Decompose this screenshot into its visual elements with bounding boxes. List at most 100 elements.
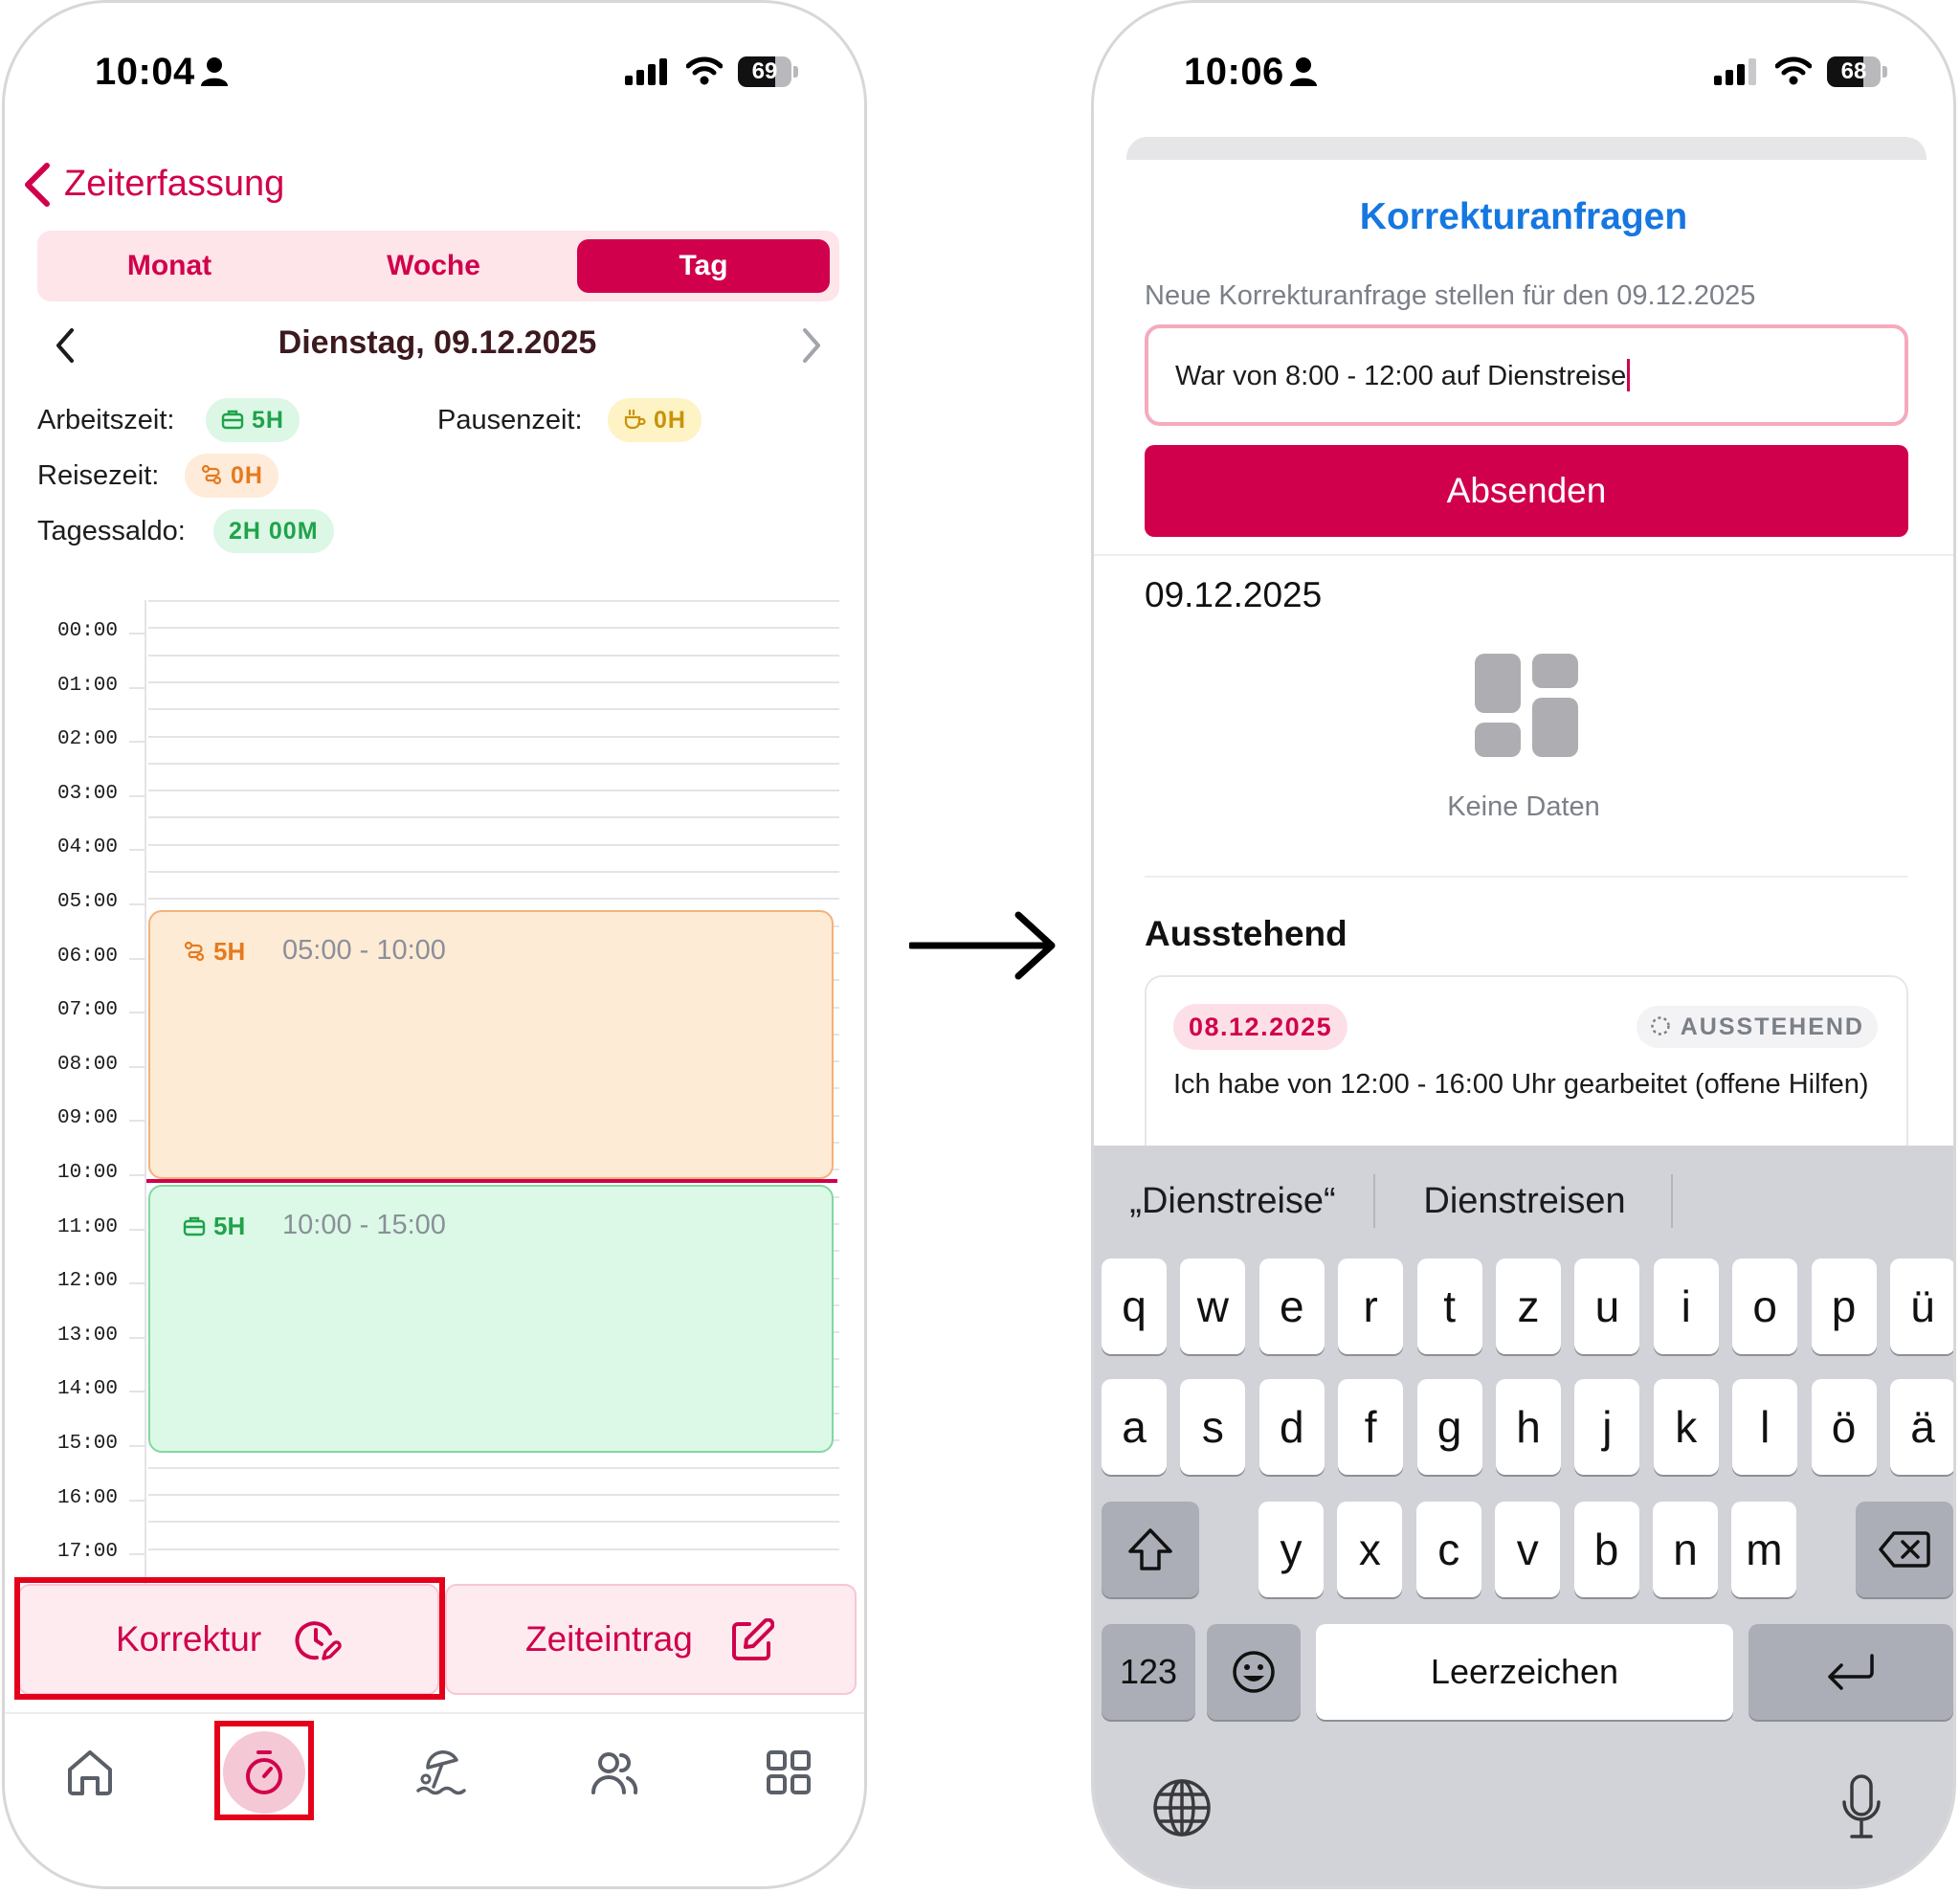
key-row2-3[interactable]: f <box>1338 1379 1404 1475</box>
travel-time-badge: 0H <box>185 454 278 498</box>
calendar-hour-label: 04:00 <box>56 836 118 859</box>
key-row1-4[interactable]: t <box>1416 1258 1482 1354</box>
sheet-title: Korrekturanfragen <box>1359 196 1688 237</box>
submit-button[interactable]: Absenden <box>1145 445 1908 537</box>
calendar-hour-label: 14:00 <box>56 1378 118 1401</box>
calendar-grid-line <box>148 680 839 683</box>
key-row2-8[interactable]: l <box>1732 1379 1798 1475</box>
key-row1-5[interactable]: z <box>1496 1258 1561 1354</box>
tab-woche[interactable]: Woche <box>301 231 566 301</box>
emoji-key[interactable] <box>1207 1624 1301 1720</box>
key-row1-8[interactable]: o <box>1732 1258 1798 1354</box>
battery-indicator: 69 <box>738 56 799 87</box>
person-icon <box>201 57 228 86</box>
calendar-hour-label: 05:00 <box>56 891 118 913</box>
calendar-hour-label: 11:00 <box>56 1215 118 1238</box>
beach-umbrella-icon[interactable] <box>414 1747 466 1798</box>
grid-icon[interactable] <box>763 1747 814 1798</box>
timer-tab-highlight-box <box>214 1721 314 1820</box>
day-calendar[interactable]: 00:00 01:00 02:00 03:00 04:00 05:00 06:00 07:00… <box>37 600 839 1586</box>
key-row3-2[interactable]: c <box>1415 1502 1481 1597</box>
key-row2-2[interactable]: d <box>1258 1379 1325 1475</box>
calendar-grid-line <box>148 708 839 711</box>
tab-tag[interactable]: Tag <box>577 239 830 293</box>
key-row1-3[interactable]: r <box>1338 1258 1404 1354</box>
microphone-icon[interactable] <box>1840 1773 1882 1842</box>
next-day-icon[interactable] <box>799 326 824 365</box>
empty-state-text: Keine Daten <box>1447 791 1600 822</box>
key-row2-7[interactable]: k <box>1653 1379 1719 1475</box>
empty-grid-icon <box>1475 654 1578 757</box>
shift-key[interactable] <box>1102 1502 1199 1597</box>
correction-input-value: War von 8:00 - 12:00 auf Dienstreise <box>1175 361 1627 391</box>
key-row1-10[interactable]: ü <box>1890 1258 1953 1354</box>
key-row3-1[interactable]: x <box>1337 1502 1403 1597</box>
event-work[interactable]: 5H 10:00 - 15:00 <box>148 1185 834 1453</box>
space-key[interactable]: Leerzeichen <box>1316 1624 1733 1720</box>
date-title: Dienstag, 09.12.2025 <box>278 324 597 361</box>
key-row2-5[interactable]: h <box>1496 1379 1561 1475</box>
signal-icon <box>1714 58 1756 85</box>
card-status-badge: AUSSTEHEND <box>1636 1006 1878 1048</box>
calendar-hour-tick <box>129 1228 145 1231</box>
back-title[interactable]: Zeiterfassung <box>64 164 284 205</box>
balance-label: Tagessaldo: <box>37 516 186 546</box>
battery-level: 69 <box>751 58 778 84</box>
calendar-hour-label: 00:00 <box>56 620 118 642</box>
users-icon[interactable] <box>589 1747 640 1798</box>
key-row2-1[interactable]: s <box>1180 1379 1246 1475</box>
route-icon <box>201 465 222 485</box>
break-time-label: Pausenzeit: <box>437 405 583 435</box>
key-row1-7[interactable]: i <box>1653 1258 1719 1354</box>
zeiteintrag-button[interactable]: Zeiteintrag <box>445 1584 857 1695</box>
event-travel[interactable]: 5H 05:00 - 10:00 <box>148 910 834 1179</box>
numbers-key[interactable]: 123 <box>1102 1624 1195 1720</box>
key-row2-4[interactable]: g <box>1416 1379 1482 1475</box>
chevron-left-icon[interactable] <box>20 162 53 208</box>
break-time-badge: 0H <box>608 398 702 442</box>
calendar-hour-tick <box>129 794 145 797</box>
key-row2-6[interactable]: j <box>1574 1379 1640 1475</box>
calendar-grid-line <box>148 1521 839 1524</box>
correction-input[interactable]: War von 8:00 - 12:00 auf Dienstreise <box>1145 324 1908 426</box>
briefcase-icon <box>183 1216 206 1236</box>
signal-icon <box>625 58 667 85</box>
suggestion-2[interactable]: Dienstreisen <box>1391 1174 1659 1228</box>
coffee-icon <box>624 410 646 430</box>
suggestion-1[interactable]: „Dienstreise“ <box>1113 1174 1352 1228</box>
calendar-hour-tick <box>129 1065 145 1068</box>
phone-right: 10:06 68 Korrekturanfragen Neue Korrektu… <box>1091 0 1956 1889</box>
balance-badge: 2H 00M <box>213 509 334 553</box>
key-row2-0[interactable]: a <box>1102 1379 1167 1475</box>
key-row3-0[interactable]: y <box>1258 1502 1324 1597</box>
key-row3-6[interactable]: m <box>1731 1502 1797 1597</box>
key-row2-10[interactable]: ä <box>1890 1379 1953 1475</box>
key-row3-5[interactable]: n <box>1653 1502 1718 1597</box>
korrektur-highlight-box <box>14 1577 445 1700</box>
calendar-hour-label: 13:00 <box>56 1324 118 1347</box>
calendar-hour-tick <box>129 1282 145 1285</box>
shift-icon <box>1128 1528 1172 1570</box>
key-row1-1[interactable]: w <box>1180 1258 1246 1354</box>
route-icon <box>184 942 205 962</box>
calendar-hour-label: 16:00 <box>56 1486 118 1509</box>
key-row1-6[interactable]: u <box>1574 1258 1640 1354</box>
briefcase-icon <box>221 411 244 430</box>
key-row1-0[interactable]: q <box>1102 1258 1167 1354</box>
calendar-hour-label: 10:00 <box>56 1162 118 1184</box>
key-row3-3[interactable]: v <box>1495 1502 1561 1597</box>
calendar-hour-label: 17:00 <box>56 1541 118 1564</box>
calendar-hour-label: 09:00 <box>56 1107 118 1130</box>
home-icon[interactable] <box>64 1747 116 1798</box>
calendar-grid-line <box>148 1548 839 1550</box>
key-row1-2[interactable]: e <box>1258 1258 1325 1354</box>
key-row2-9[interactable]: ö <box>1811 1379 1877 1475</box>
backspace-key[interactable] <box>1856 1502 1953 1597</box>
key-row1-9[interactable]: p <box>1811 1258 1877 1354</box>
return-key[interactable] <box>1748 1624 1953 1720</box>
tab-monat[interactable]: Monat <box>37 231 301 301</box>
key-row3-4[interactable]: b <box>1573 1502 1639 1597</box>
globe-icon[interactable] <box>1151 1777 1213 1838</box>
calendar-grid-line <box>148 871 839 873</box>
calendar-grid-line <box>148 898 839 901</box>
